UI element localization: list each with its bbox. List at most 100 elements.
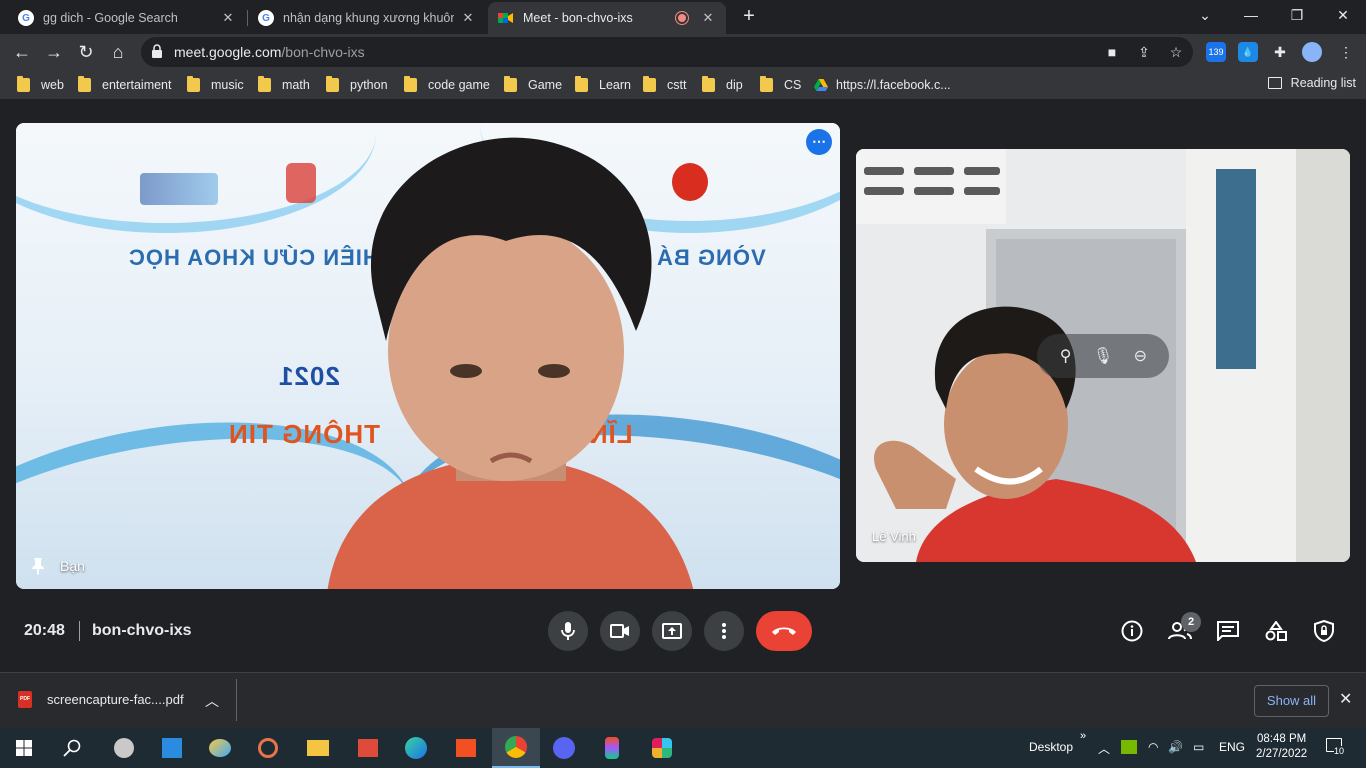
self-video-tile[interactable]: HIÊN CỨU KHOA HỌC VÒNG BÁ 2021 THÔNG TIN… xyxy=(16,123,840,589)
bookmark-folder[interactable]: music xyxy=(187,76,244,94)
tab-close-icon[interactable]: ✕ xyxy=(220,10,236,26)
pdf-file-icon: PDF xyxy=(18,691,32,708)
start-button[interactable] xyxy=(0,728,48,768)
battery-icon[interactable]: ▭ xyxy=(1193,740,1204,754)
pin-icon[interactable] xyxy=(30,557,46,575)
taskbar-figma[interactable] xyxy=(588,728,636,768)
taskbar-edge[interactable] xyxy=(392,728,440,768)
search-icon xyxy=(63,739,81,757)
bookmark-folder[interactable]: math xyxy=(258,76,310,94)
browser-toolbar: ← → ↻ ⌂ meet.google.com/bon-chvo-ixs ■ ⇪… xyxy=(0,34,1366,70)
activities-button[interactable] xyxy=(1263,618,1289,644)
back-arrow-icon[interactable]: ← xyxy=(8,38,36,66)
more-vert-icon xyxy=(722,623,726,639)
close-shelf-icon[interactable]: ✕ xyxy=(1339,689,1352,709)
bookmark-folder[interactable]: dip xyxy=(702,76,743,94)
language-indicator[interactable]: ENG xyxy=(1219,740,1245,754)
tab-nhan-dang[interactable]: G nhận dạng khung xương khuôn mặt ✕ xyxy=(248,2,486,34)
taskbar-paint[interactable] xyxy=(196,728,244,768)
address-bar[interactable]: meet.google.com/bon-chvo-ixs ■ ⇪ ☆ xyxy=(141,37,1193,67)
download-item[interactable]: PDF screencapture-fac....pdf xyxy=(18,691,184,708)
media-player-icon xyxy=(258,738,278,758)
bookmark-folder[interactable]: code game xyxy=(404,76,490,94)
taskbar-file-explorer[interactable] xyxy=(294,728,342,768)
participants-count-badge: 2 xyxy=(1181,612,1201,632)
tab-search-chevron-icon[interactable]: ⌄ xyxy=(1182,4,1228,28)
chevron-up-icon[interactable]: ︿ xyxy=(205,691,219,711)
notifications-button[interactable]: 10 xyxy=(1326,738,1345,756)
reload-icon[interactable]: ↻ xyxy=(72,38,100,66)
participant-video-tile[interactable]: ⚲ 🎙 ⊖ Lê Vinh xyxy=(856,149,1350,562)
search-button[interactable] xyxy=(48,728,96,768)
microphone-button[interactable] xyxy=(548,611,588,651)
reading-list-icon xyxy=(1267,77,1282,89)
minimize-button[interactable]: — xyxy=(1228,4,1274,28)
bookmark-folder[interactable]: cstt xyxy=(643,76,686,94)
store-icon xyxy=(456,739,476,757)
activities-shapes-icon xyxy=(1265,621,1287,641)
folder-icon xyxy=(404,76,417,92)
restore-button[interactable]: ❐ xyxy=(1274,4,1320,28)
camera-icon[interactable]: ■ xyxy=(1103,43,1121,61)
tab-title: Meet - bon-chvo-ixs xyxy=(523,11,633,25)
lock-icon[interactable] xyxy=(151,44,163,58)
show-all-button[interactable]: Show all xyxy=(1254,685,1329,717)
chrome-menu-icon[interactable]: ⋮ xyxy=(1336,42,1356,62)
host-controls-button[interactable] xyxy=(1311,618,1337,644)
tab-close-icon[interactable]: ✕ xyxy=(700,10,716,26)
bookmark-folder[interactable]: python xyxy=(326,76,388,94)
taskbar-chrome[interactable] xyxy=(492,728,540,768)
reading-list-button[interactable]: Reading list xyxy=(1267,76,1356,90)
camera-button[interactable] xyxy=(600,611,640,651)
more-options-button[interactable] xyxy=(704,611,744,651)
leave-call-button[interactable] xyxy=(756,611,812,651)
drop-extension-icon[interactable]: 💧 xyxy=(1238,42,1258,62)
profile-avatar[interactable] xyxy=(1302,42,1322,62)
tab-gg-dich[interactable]: G gg dich - Google Search ✕ xyxy=(8,2,246,34)
folder-icon xyxy=(78,76,91,92)
home-icon[interactable]: ⌂ xyxy=(104,38,132,66)
notification-count: 10 xyxy=(1334,746,1345,756)
taskbar-app[interactable] xyxy=(100,728,148,768)
tab-meet[interactable]: Meet - bon-chvo-ixs ✕ xyxy=(488,2,726,34)
more-options-icon[interactable]: ⋯ xyxy=(806,129,832,155)
taskbar-media[interactable] xyxy=(244,728,292,768)
bookmark-folder[interactable]: Game xyxy=(504,76,562,94)
mute-mic-icon[interactable]: 🎙 xyxy=(1091,346,1115,366)
bookmark-star-icon[interactable]: ☆ xyxy=(1167,43,1185,61)
tray-chevron-up-icon[interactable]: ︿ xyxy=(1098,740,1110,757)
share-icon[interactable]: ⇪ xyxy=(1135,43,1153,61)
toolbar-expand-icon[interactable]: » xyxy=(1080,730,1086,742)
forward-arrow-icon[interactable]: → xyxy=(40,38,68,66)
extension-badge-icon[interactable]: 139 xyxy=(1206,42,1226,62)
meeting-details-button[interactable] xyxy=(1119,618,1145,644)
edge-browser-icon xyxy=(405,737,427,759)
taskbar-slack[interactable] xyxy=(638,728,686,768)
tab-close-icon[interactable]: ✕ xyxy=(460,10,476,26)
desktop-toolbar-label[interactable]: Desktop xyxy=(1029,740,1073,754)
bookmark-folder[interactable]: CS xyxy=(760,76,801,94)
clock[interactable]: 08:48 PM 2/27/2022 xyxy=(1256,732,1307,762)
bookmark-folder[interactable]: entertaiment xyxy=(78,76,171,94)
extensions-puzzle-icon[interactable]: ✚ xyxy=(1270,42,1290,62)
chat-button[interactable] xyxy=(1215,618,1241,644)
close-window-button[interactable]: ✕ xyxy=(1320,4,1366,28)
remove-icon[interactable]: ⊖ xyxy=(1128,346,1152,366)
bookmark-folder[interactable]: web xyxy=(17,76,64,94)
present-screen-button[interactable] xyxy=(652,611,692,651)
volume-icon[interactable]: 🔊 xyxy=(1168,740,1183,754)
bookmark-folder[interactable]: Learn xyxy=(575,76,631,94)
meet-control-bar: 20:48 bon-chvo-ixs 2 xyxy=(0,604,1366,664)
taskbar-calendar[interactable] xyxy=(148,728,196,768)
bookmark-link[interactable]: https://l.facebook.c... xyxy=(814,76,951,94)
folder-icon xyxy=(504,76,517,92)
taskbar-store[interactable] xyxy=(442,728,490,768)
participants-button[interactable]: 2 xyxy=(1167,612,1201,644)
wifi-icon[interactable]: ◠ xyxy=(1148,740,1158,754)
taskbar-snip[interactable] xyxy=(344,728,392,768)
url-text: meet.google.com/bon-chvo-ixs xyxy=(174,44,365,60)
nvidia-icon[interactable] xyxy=(1121,740,1137,754)
new-tab-button[interactable]: + xyxy=(737,5,761,29)
taskbar-discord[interactable] xyxy=(540,728,588,768)
pin-icon[interactable]: ⚲ xyxy=(1054,346,1078,366)
